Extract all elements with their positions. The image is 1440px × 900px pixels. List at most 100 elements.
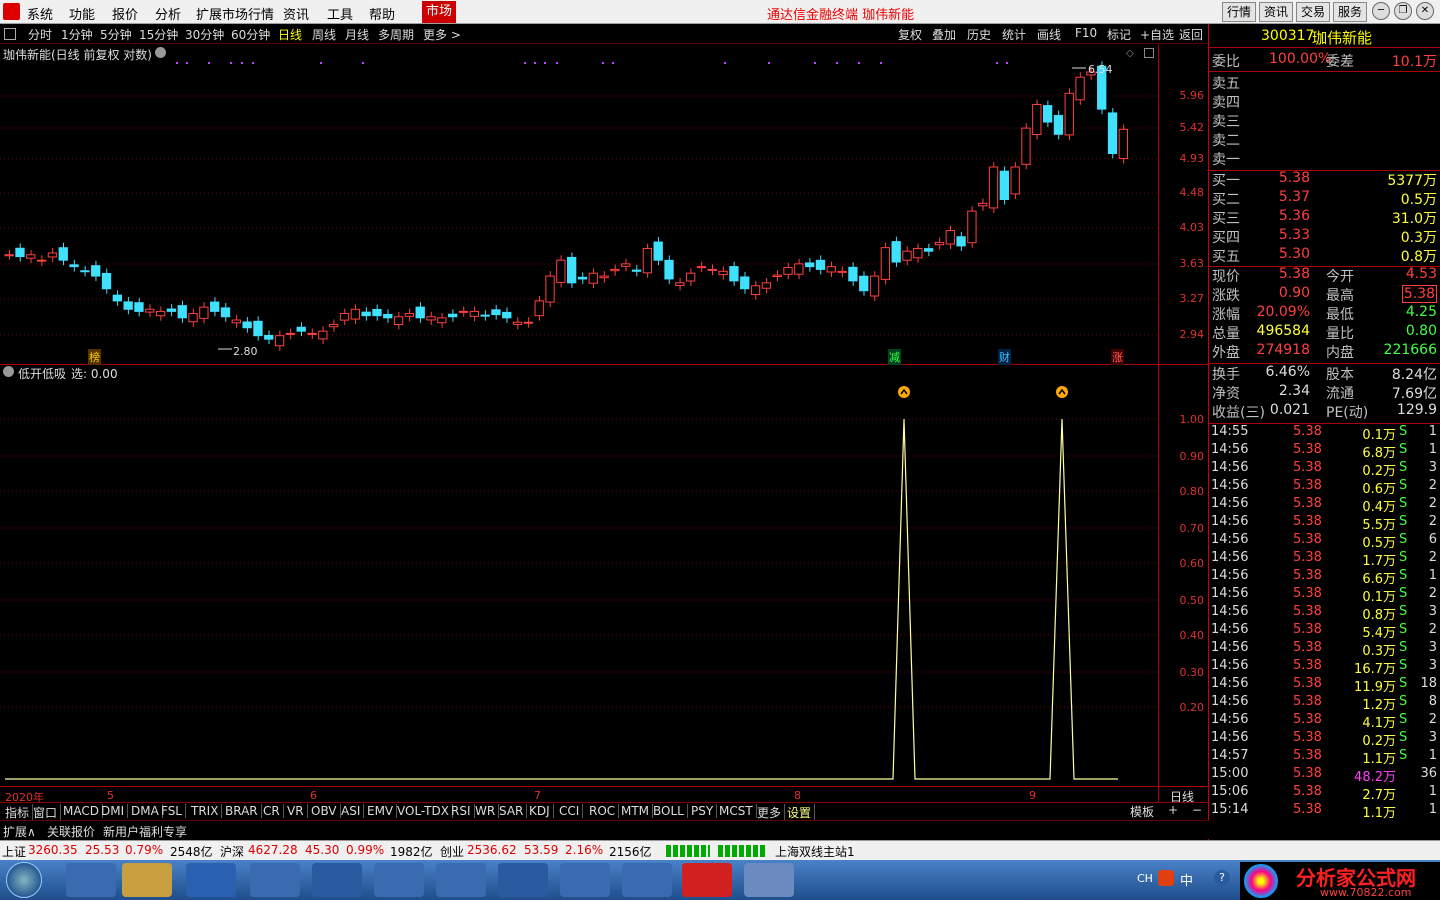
remove-indicator-icon[interactable]: − [1192,803,1202,817]
indicator-tab[interactable]: PSY [688,804,718,818]
app-icon[interactable] [312,863,362,897]
close-icon[interactable]: ✕ [1416,2,1434,20]
marker-rise[interactable]: 涨 [1111,349,1124,365]
f10-button[interactable]: F10 [1075,26,1097,40]
overlay-button[interactable]: 叠加 [932,26,956,43]
quote-tab-button[interactable]: 行情 [1222,2,1256,22]
trade-tab-button[interactable]: 交易 [1296,2,1330,22]
template-button[interactable]: 模板 [1130,803,1154,820]
menu-ext-market[interactable]: 扩展市场行情 [196,4,274,23]
sell-level-row[interactable]: 卖二 [1209,130,1440,149]
app-icon[interactable] [374,863,424,897]
period-daily[interactable]: 日线 [278,26,302,43]
indicator-tab[interactable]: VR [284,804,308,818]
chart-app-icon[interactable] [436,863,486,897]
indicator-tab[interactable]: EMV [364,804,398,818]
new-user-tab[interactable]: 新用户福利专享 [103,823,187,840]
period-5min[interactable]: 5分钟 [100,26,132,43]
menu-help[interactable]: 帮助 [369,4,395,23]
ime-icon[interactable] [1158,870,1174,886]
menu-quote[interactable]: 报价 [112,4,138,23]
indicator-tab[interactable]: 更多 [754,804,786,821]
menu-system[interactable]: 系统 [27,4,53,23]
history-button[interactable]: 历史 [967,26,991,43]
news-tab-button[interactable]: 资讯 [1259,2,1293,22]
indicator-tab[interactable]: VOL-TDX [394,804,453,818]
period-monthly[interactable]: 月线 [345,26,369,43]
panel-toggle-icon[interactable] [4,28,16,40]
buy-level-row[interactable]: 买三 5.36 31.0万 [1209,208,1440,227]
indicator-tab[interactable]: MTM [618,804,654,818]
indicator-tab[interactable]: 指标 [2,804,34,821]
tdx-app-icon[interactable] [682,863,732,897]
stats-button[interactable]: 统计 [1002,26,1026,43]
period-more[interactable]: 更多 > [423,26,461,43]
buy-level-row[interactable]: 买二 5.37 0.5万 [1209,189,1440,208]
period-30min[interactable]: 30分钟 [185,26,224,43]
indicator-tab[interactable]: SAR [496,804,528,818]
lang-indicator[interactable]: 中 [1180,870,1193,889]
period-intraday[interactable]: 分时 [28,26,52,43]
buy-level-row[interactable]: 买五 5.30 0.8万 [1209,246,1440,265]
sogou-icon[interactable] [186,863,236,897]
mark-button[interactable]: 标记 [1107,26,1131,43]
period-60min[interactable]: 60分钟 [231,26,270,43]
buy-level-row[interactable]: 买一 5.38 5377万 [1209,170,1440,189]
server-name[interactable]: 上海双线主站1 [775,843,855,860]
indicator-tab[interactable]: ROC [586,804,620,818]
indicator-tab[interactable]: OBV [308,804,341,818]
draw-button[interactable]: 画线 [1037,26,1061,43]
indicator-tab[interactable]: MACD [60,804,103,818]
indicator-tab[interactable]: CR [260,804,284,818]
ie-icon[interactable] [66,863,116,897]
sell-level-row[interactable]: 卖五 [1209,73,1440,92]
indicator-tab[interactable]: CCI [556,804,584,818]
app-icon[interactable] [744,863,794,897]
period-1min[interactable]: 1分钟 [61,26,93,43]
add-watchlist-button[interactable]: +自选 [1140,26,1174,43]
indicator-tab[interactable]: BRAR [222,804,262,818]
app-icon[interactable] [560,863,610,897]
marker-list[interactable]: 榜 [88,349,101,365]
period-multi[interactable]: 多周期 [378,26,414,43]
menu-function[interactable]: 功能 [69,4,95,23]
sell-level-row[interactable]: 卖三 [1209,111,1440,130]
marker-finance[interactable]: 财 [998,349,1011,365]
indicator-tab[interactable]: ASI [338,804,365,818]
minimize-icon[interactable]: ─ [1372,2,1390,20]
related-quote-tab[interactable]: 关联报价 [47,823,95,840]
adjust-button[interactable]: 复权 [898,26,922,43]
indicator-tab[interactable]: 设置 [784,804,816,821]
app-icon[interactable] [622,863,672,897]
market-button[interactable]: 市场 [422,1,456,23]
sell-level-row[interactable]: 卖四 [1209,92,1440,111]
menu-analysis[interactable]: 分析 [155,4,181,23]
indicator-tab[interactable]: MCST [716,804,757,818]
candlestick-chart[interactable] [0,44,1158,364]
start-icon[interactable] [6,862,42,898]
indicator-tab[interactable]: DMI [98,804,129,818]
sell-level-row[interactable]: 卖一 [1209,149,1440,168]
indicator-tab[interactable]: RSI [448,804,475,818]
indicator-tab[interactable]: FSL [158,804,186,818]
restore-icon[interactable]: ❐ [1394,2,1412,20]
back-button[interactable]: 返回 [1179,26,1203,43]
help-icon[interactable]: ? [1214,870,1230,886]
ext-toggle[interactable]: 扩展∧ [3,823,36,840]
menu-news[interactable]: 资讯 [283,4,309,23]
indicator-tab[interactable]: 窗口 [30,804,62,821]
indicator-tab[interactable]: TRIX [188,804,223,818]
indicator-chart[interactable] [0,365,1158,786]
menu-tools[interactable]: 工具 [327,4,353,23]
app-icon[interactable] [250,863,300,897]
indicator-tab[interactable]: KDJ [526,804,554,818]
app-icon[interactable] [498,863,548,897]
marker-reduce[interactable]: 减 [888,349,901,365]
ime-indicator[interactable]: CH [1137,872,1153,885]
folder-icon[interactable] [122,863,172,897]
period-weekly[interactable]: 周线 [312,26,336,43]
buy-level-row[interactable]: 买四 5.33 0.3万 [1209,227,1440,246]
period-15min[interactable]: 15分钟 [139,26,178,43]
service-tab-button[interactable]: 服务 [1333,2,1367,22]
add-indicator-icon[interactable]: + [1168,803,1178,817]
